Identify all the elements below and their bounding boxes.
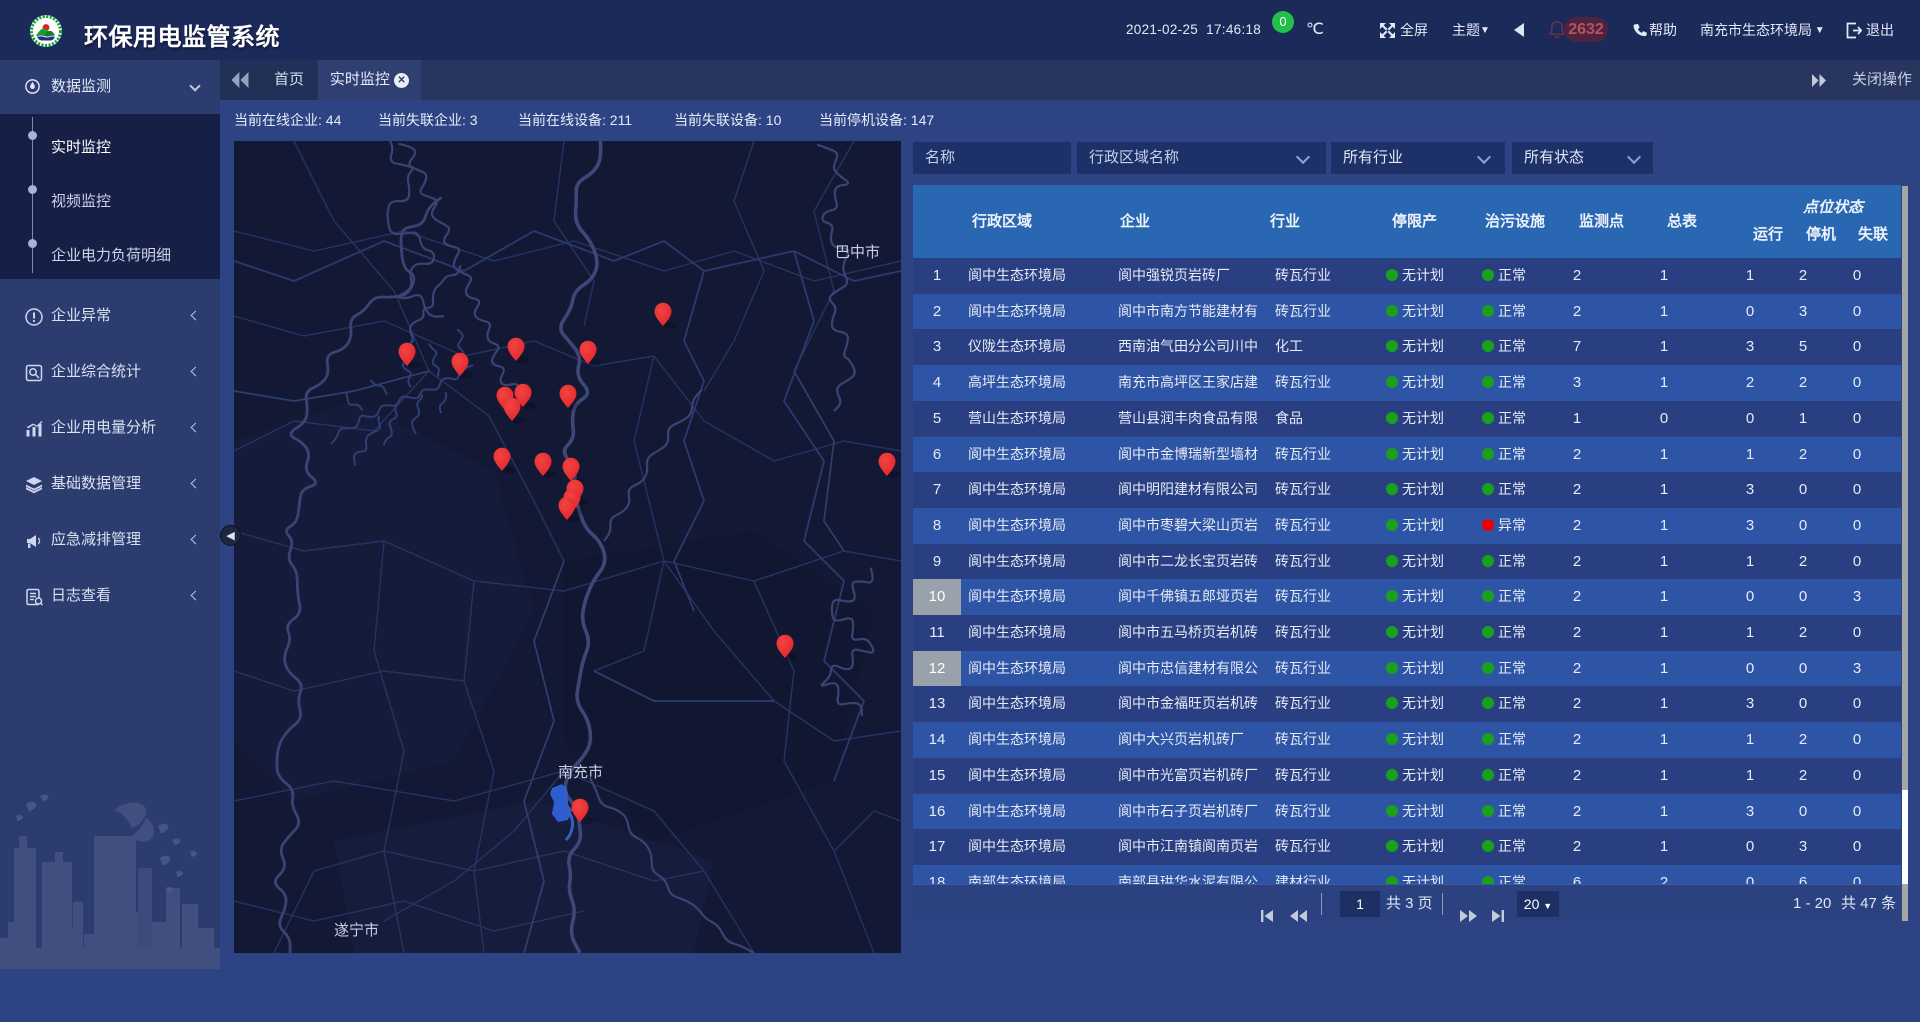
svg-text:遂宁市: 遂宁市	[334, 922, 379, 939]
svg-text:巴中市: 巴中市	[835, 244, 880, 261]
svg-text:南充市: 南充市	[558, 764, 603, 781]
